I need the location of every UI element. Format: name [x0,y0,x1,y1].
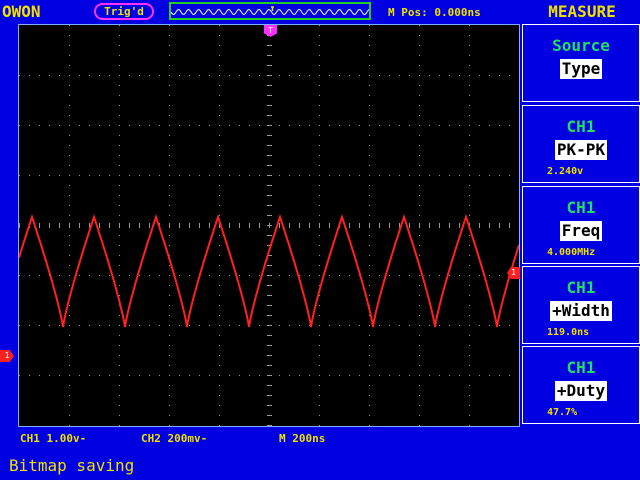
menu-item-value: Freq [559,221,603,241]
menu-item-title: Source [552,36,610,55]
menu-source-type[interactable]: Source Type [522,24,640,102]
waveform-display[interactable] [18,24,520,427]
brand-logo: OWON [2,2,41,21]
ch2-scale-readout: CH2 200mv- [141,432,208,445]
measurement-reading: 47.7% [547,407,578,418]
ch1-offset-marker[interactable]: 1 [0,350,14,362]
top-bar: OWON Trig'd M Pos: 0.000ns MEASURE [0,0,640,24]
measurement-reading: 119.0ns [547,327,590,338]
ch1-scale-readout: CH1 1.00v- [20,432,87,445]
menu-measure-pkpk[interactable]: CH1 PK-PK 2.240v [522,105,640,183]
menu-item-title: CH1 [566,358,596,377]
menu-item-value: +Duty [554,381,608,401]
m-pos-readout: M Pos: 0.000ns [388,6,481,19]
menu-item-title: CH1 [566,198,596,217]
menu-measure-duty[interactable]: CH1 +Duty 47.7% [522,346,640,424]
menu-item-value: PK-PK [554,140,608,160]
memory-trigger-marker [271,6,274,11]
graticule-grid [19,25,510,426]
memory-waveform-preview [170,6,370,16]
menu-item-value: Type [559,59,603,79]
ch1-trace [19,213,519,328]
menu-measure-freq[interactable]: CH1 Freq 4.000MHz [522,186,640,264]
menu-item-value: +Width [550,301,612,321]
graticule-and-trace [19,25,519,426]
menu-measure-width[interactable]: CH1 +Width 119.0ns [522,266,640,344]
trigger-status-badge: Trig'd [94,3,154,20]
memory-position-bar[interactable] [169,2,371,20]
measurement-reading: 2.240v [547,166,584,177]
timebase-readout: M 200ns [279,432,326,445]
menu-title: MEASURE [548,2,616,21]
measurement-reading: 4.000MHz [547,247,596,258]
status-message: Bitmap saving [9,456,135,475]
menu-item-title: CH1 [566,278,596,297]
menu-item-title: CH1 [566,117,596,136]
